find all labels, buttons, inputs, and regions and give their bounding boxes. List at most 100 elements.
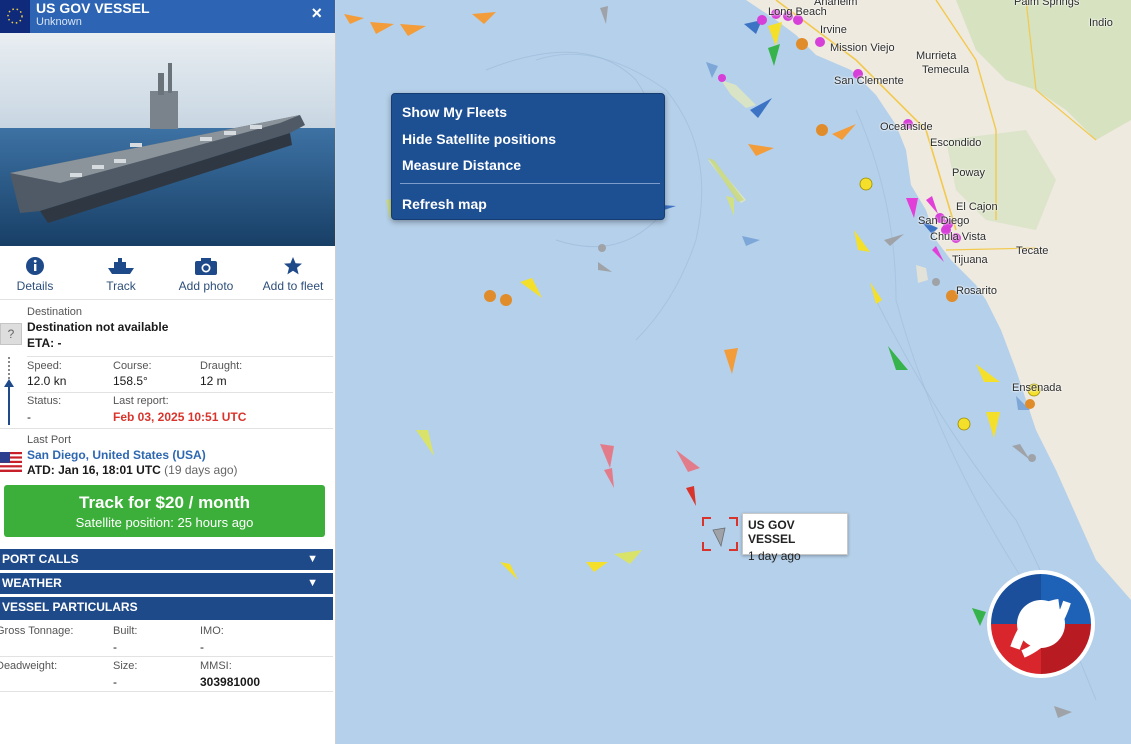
atd-ago: (19 days ago) (164, 463, 238, 477)
vessel-marker (1025, 399, 1035, 409)
divider (0, 428, 333, 429)
imo-value: - (200, 640, 204, 654)
vessel-marker (932, 246, 944, 262)
vessel-marker (520, 278, 542, 298)
map-place-label: Anaheim (814, 0, 858, 8)
port-unknown-badge: ? (0, 323, 22, 345)
vessel-marker (416, 430, 434, 456)
vessel-marker (832, 124, 856, 140)
vessel-marker (972, 608, 986, 626)
map-place-label: Poway (952, 167, 986, 179)
panel-actions: Details Track Add photo Add to fleet (0, 256, 335, 298)
vessel-marker (815, 37, 825, 47)
section-weather[interactable]: WEATHER ▼ (0, 573, 333, 594)
vessel-marker (676, 450, 700, 472)
add-photo-label: Add photo (178, 279, 234, 293)
section-title: WEATHER (2, 576, 62, 590)
vessel-marker (726, 196, 734, 216)
track-label: Track (106, 279, 136, 293)
vessel-marker (816, 124, 828, 136)
track-button[interactable]: Track (100, 256, 142, 293)
us-flag-icon (0, 452, 22, 472)
mmsi-value: 303981000 (200, 675, 261, 689)
star-icon (284, 257, 302, 275)
vessel-marker (750, 98, 772, 118)
vessel-marker (500, 562, 518, 580)
chevron-down-icon: ▼ (307, 577, 318, 589)
vessel-marker (932, 278, 940, 286)
vessel-marker (344, 14, 364, 24)
map-place-label: Tijuana (952, 254, 988, 266)
divider (27, 392, 333, 393)
section-port-calls[interactable]: PORT CALLS ▼ (0, 549, 333, 570)
vessel-marker (957, 417, 971, 431)
built-value: - (113, 640, 117, 654)
chevron-down-icon: ▼ (307, 553, 318, 565)
deadweight-label: Deadweight: (0, 660, 58, 672)
divider (27, 356, 333, 357)
menu-item-show-my-fleets[interactable]: Show My Fleets (402, 104, 507, 120)
vessel-marker (768, 44, 780, 66)
add-to-fleet-button[interactable]: Add to fleet (258, 256, 328, 293)
add-to-fleet-label: Add to fleet (262, 279, 324, 293)
vessel-marker (748, 144, 774, 156)
vessel-marker (598, 262, 612, 272)
atd-value: ATD: Jan 16, 18:01 UTC (19 days ago) (27, 463, 238, 477)
add-photo-button[interactable]: Add photo (176, 256, 236, 293)
section-title: PORT CALLS (2, 552, 79, 566)
vessel-hover-label[interactable]: US GOV VESSEL 1 day ago (742, 513, 848, 563)
size-value: - (113, 675, 117, 689)
map-place-label: Irvine (820, 24, 847, 36)
island-small (916, 265, 928, 283)
flag-icon (0, 0, 30, 33)
section-vessel-particulars[interactable]: VESSEL PARTICULARS (0, 597, 333, 620)
map-place-label: Temecula (922, 64, 970, 76)
vessel-marker (718, 74, 726, 82)
divider (0, 691, 333, 692)
close-icon[interactable]: × (311, 3, 322, 24)
map-place-label: Mission Viejo (830, 42, 895, 54)
size-label: Size: (113, 660, 138, 672)
vessel-marker (500, 294, 512, 306)
vessel-marker (598, 244, 606, 252)
atd-time: ATD: Jan 16, 18:01 UTC (27, 463, 161, 477)
mmsi-label: MMSI: (200, 660, 232, 672)
vessel-marker (706, 62, 718, 78)
vessel-marker (708, 158, 744, 202)
details-button[interactable]: Details (12, 256, 58, 293)
last-port-link[interactable]: San Diego, United States (USA) (27, 448, 206, 462)
last-report-value: Feb 03, 2025 10:51 UTC (113, 410, 247, 424)
vessel-marker (870, 282, 882, 304)
map-place-label: Chula Vista (930, 231, 987, 243)
menu-separator (400, 183, 660, 184)
selected-vessel-marker[interactable] (701, 516, 739, 552)
map-context-menu: Show My Fleets Hide Satellite positions … (391, 93, 665, 220)
menu-item-measure-distance[interactable]: Measure Distance (402, 157, 521, 173)
course-value: 158.5° (113, 374, 148, 388)
gross-tonnage-label: Gross Tonnage: (0, 625, 74, 637)
imo-label: IMO: (200, 625, 224, 637)
divider (0, 299, 333, 300)
track-subscribe-button[interactable]: Track for $20 / month Satellite position… (4, 485, 325, 537)
last-port-label: Last Port (27, 434, 72, 446)
built-label: Built: (113, 625, 138, 637)
map-place-label: Palm Springs (1014, 0, 1080, 8)
vessel-marker (1054, 706, 1072, 718)
vessel-marker (724, 348, 738, 374)
route-progress-icon (4, 357, 14, 425)
map-place-label: San Clemente (834, 75, 904, 87)
speed-value: 12.0 kn (27, 374, 67, 388)
vessel-marker (614, 550, 642, 564)
vessel-marker (400, 24, 426, 36)
vessel-photo[interactable] (0, 33, 336, 246)
vessel-type: Unknown (36, 16, 82, 28)
vessel-marker (884, 234, 904, 246)
section-title: VESSEL PARTICULARS (2, 600, 138, 614)
track-button-main: Track for $20 / month (79, 493, 250, 512)
map-place-label: Tecate (1016, 245, 1049, 257)
vessel-marker (604, 468, 614, 488)
status-label: Status: (27, 395, 62, 407)
menu-item-hide-satellite-positions[interactable]: Hide Satellite positions (402, 131, 556, 147)
menu-item-refresh-map[interactable]: Refresh map (402, 196, 487, 212)
vessel-hover-name: US GOV VESSEL (748, 518, 796, 546)
